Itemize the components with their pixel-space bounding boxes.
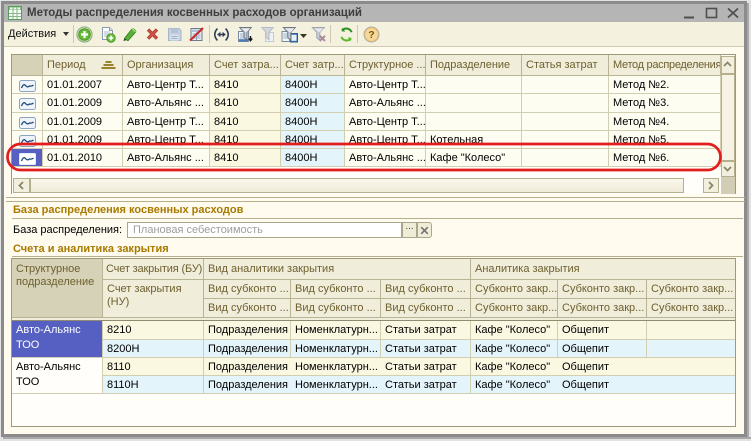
svg-text:?: ? <box>368 29 374 41</box>
